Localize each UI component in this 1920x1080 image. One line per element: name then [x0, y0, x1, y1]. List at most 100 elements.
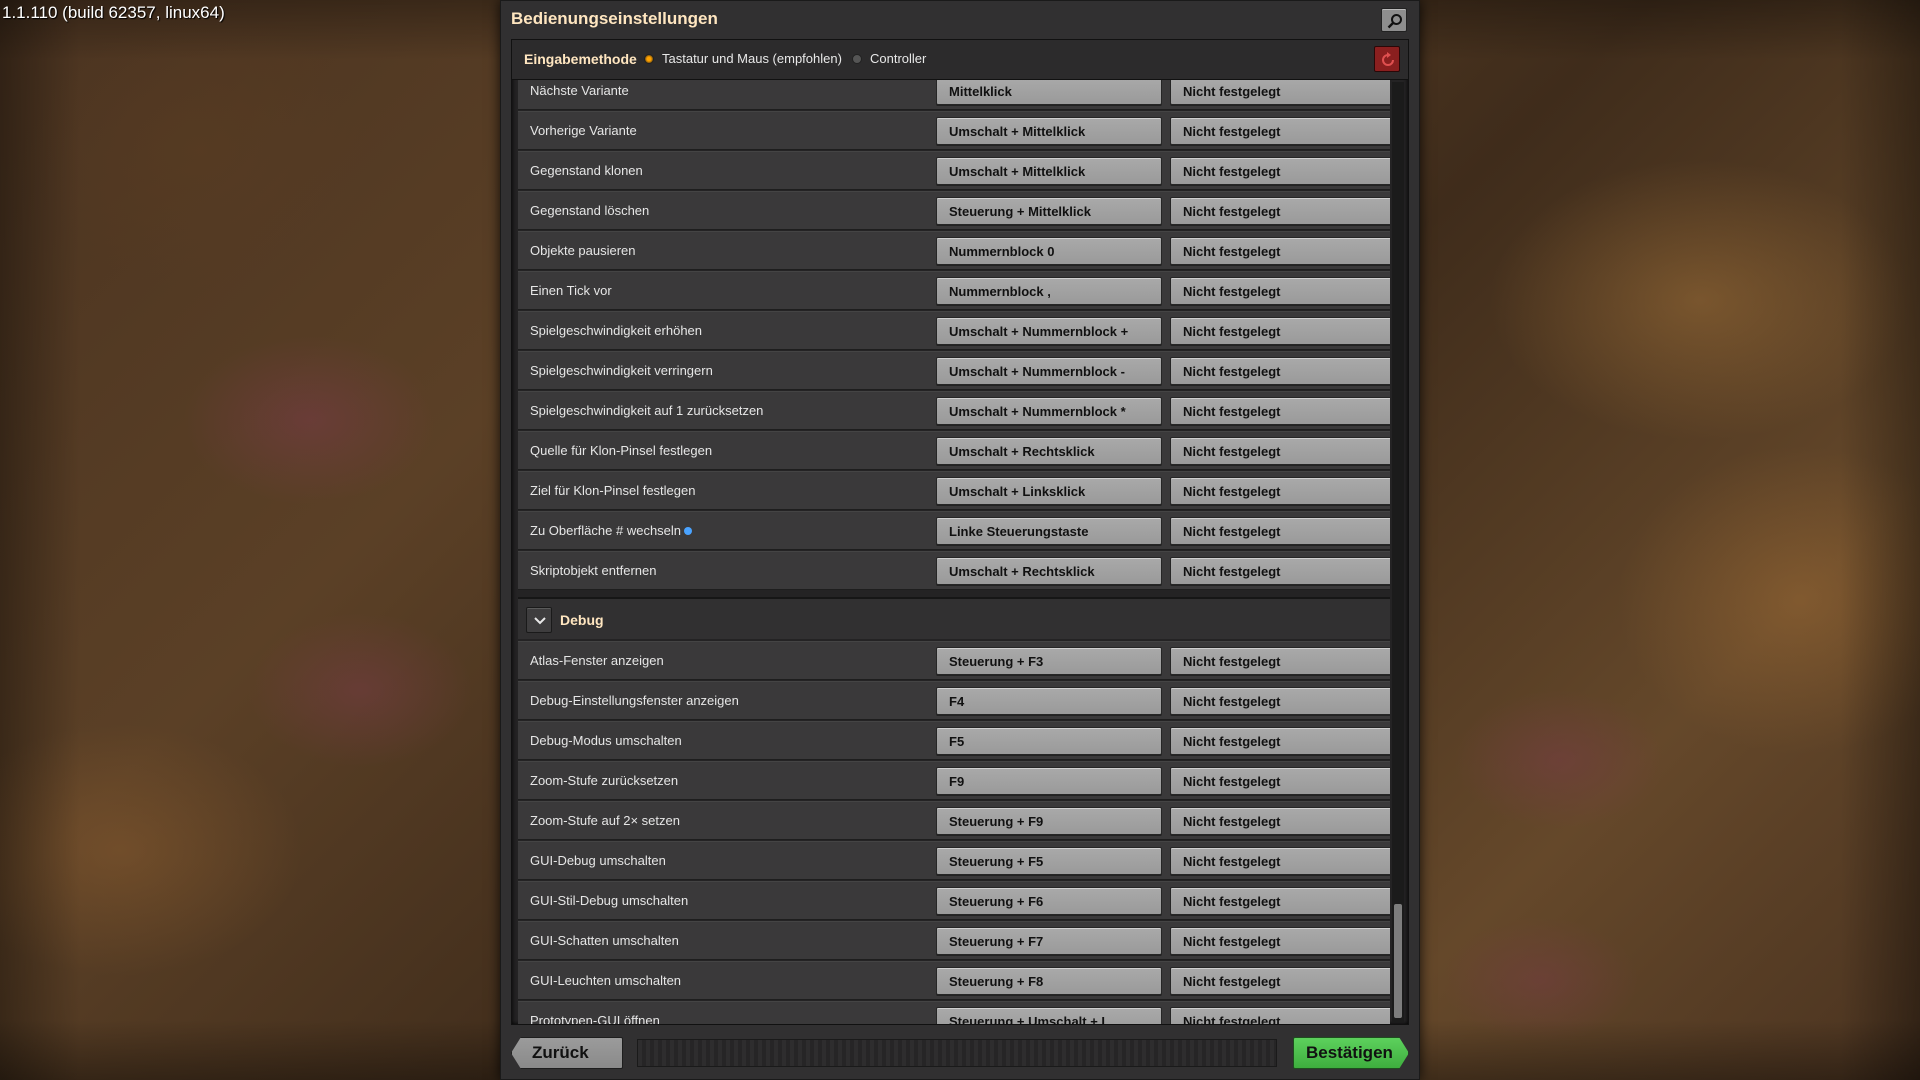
keybinding-label: Debug-Einstellungsfenster anzeigen	[530, 693, 739, 708]
keybinding-label-text: Spielgeschwindigkeit auf 1 zurücksetzen	[530, 403, 764, 418]
collapse-button[interactable]	[526, 607, 552, 633]
reset-button[interactable]	[1374, 46, 1400, 72]
radio-controller-label[interactable]: Controller	[870, 51, 926, 66]
keybinding-row: Spielgeschwindigkeit auf 1 zurücksetzen U…	[518, 391, 1390, 430]
search-button[interactable]	[1381, 8, 1407, 32]
window-title: Bedienungseinstellungen	[511, 9, 718, 28]
keybinding-label-text: Gegenstand löschen	[530, 203, 650, 218]
secondary-key-button[interactable]: Nicht festgelegt	[1170, 237, 1390, 265]
primary-key-button[interactable]: Steuerung + F7	[936, 927, 1162, 955]
primary-key-button[interactable]: Nummernblock ,	[936, 277, 1162, 305]
secondary-key-button[interactable]: Nicht festgelegt	[1170, 967, 1390, 995]
keybinding-label-text: Skriptobjekt entfernen	[530, 563, 657, 578]
keybinding-label-text: Vorherige Variante	[530, 123, 637, 138]
primary-key-button[interactable]: F4	[936, 687, 1162, 715]
confirm-button[interactable]: Bestätigen	[1293, 1037, 1409, 1069]
secondary-key-button[interactable]: Nicht festgelegt	[1170, 397, 1390, 425]
keybinding-label-text: GUI-Stil-Debug umschalten	[530, 893, 689, 908]
secondary-key-button[interactable]: Nicht festgelegt	[1170, 767, 1390, 795]
secondary-key-button[interactable]: Nicht festgelegt	[1170, 317, 1390, 345]
scrollbar[interactable]	[1392, 82, 1404, 1022]
keybinding-label: Spielgeschwindigkeit auf 1 zurücksetzen	[530, 403, 763, 418]
primary-key-button[interactable]: Steuerung + F9	[936, 807, 1162, 835]
keybinding-label: Prototypen-GUI öffnen	[530, 1013, 660, 1024]
radio-keyboard-mouse[interactable]	[644, 54, 654, 64]
keybinding-row: Quelle für Klon-Pinsel festlegen Umschalt…	[518, 431, 1390, 470]
primary-key-button[interactable]: F9	[936, 767, 1162, 795]
primary-key-button[interactable]: Steuerung + Umschalt + I	[936, 1007, 1162, 1024]
secondary-key-button[interactable]: Nicht festgelegt	[1170, 807, 1390, 835]
secondary-key-button[interactable]: Nicht festgelegt	[1170, 557, 1390, 585]
primary-key-button[interactable]: Mittelklick	[936, 80, 1162, 105]
radio-controller[interactable]	[852, 54, 862, 64]
settings-panel: Eingabemethode Tastatur und Maus (empfoh…	[511, 39, 1409, 1025]
back-button[interactable]: Zurück	[511, 1037, 623, 1069]
primary-key-button[interactable]: Umschalt + Linksklick	[936, 477, 1162, 505]
secondary-key-button[interactable]: Nicht festgelegt	[1170, 517, 1390, 545]
secondary-key-button[interactable]: Nicht festgelegt	[1170, 727, 1390, 755]
primary-key-button[interactable]: F5	[936, 727, 1162, 755]
primary-key-button[interactable]: Linke Steuerungstaste	[936, 517, 1162, 545]
footer-drag-area	[637, 1039, 1277, 1067]
keybinding-row: Prototypen-GUI öffnen Steuerung + Umschal…	[518, 1001, 1390, 1024]
primary-key-button[interactable]: Steuerung + F8	[936, 967, 1162, 995]
keybinding-row: Debug-Einstellungsfenster anzeigen F4 Nich…	[518, 681, 1390, 720]
window-titlebar: Bedienungseinstellungen	[501, 1, 1419, 39]
primary-key-button[interactable]: Umschalt + Nummernblock *	[936, 397, 1162, 425]
primary-key-button[interactable]: Umschalt + Mittelklick	[936, 117, 1162, 145]
keybinding-row: Objekte pausieren Nummernblock 0 Nicht fes…	[518, 231, 1390, 270]
secondary-key-button[interactable]: Nicht festgelegt	[1170, 887, 1390, 915]
secondary-key-button[interactable]: Nicht festgelegt	[1170, 157, 1390, 185]
secondary-key-button[interactable]: Nicht festgelegt	[1170, 357, 1390, 385]
primary-key-button[interactable]: Nummernblock 0	[936, 237, 1162, 265]
keybinding-row: Spielgeschwindigkeit verringern Umschalt …	[518, 351, 1390, 390]
primary-key-button[interactable]: Steuerung + F3	[936, 647, 1162, 675]
secondary-key-button[interactable]: Nicht festgelegt	[1170, 477, 1390, 505]
keybinding-label-text: Quelle für Klon-Pinsel festlegen	[530, 443, 713, 458]
keybinding-label: Zoom-Stufe auf 2× setzen	[530, 813, 680, 828]
secondary-key-button[interactable]: Nicht festgelegt	[1170, 80, 1390, 105]
keybinding-row: GUI-Leuchten umschalten Steuerung + F8 Nic…	[518, 961, 1390, 1000]
secondary-key-button[interactable]: Nicht festgelegt	[1170, 437, 1390, 465]
keybinding-label-text: Objekte pausieren	[530, 243, 636, 258]
keybinding-label-text: Zoom-Stufe zurücksetzen	[530, 773, 679, 788]
secondary-key-button[interactable]: Nicht festgelegt	[1170, 687, 1390, 715]
primary-key-button[interactable]: Umschalt + Mittelklick	[936, 157, 1162, 185]
keybinding-label-text: Debug-Modus umschalten	[530, 733, 682, 748]
secondary-key-button[interactable]: Nicht festgelegt	[1170, 117, 1390, 145]
keybinding-label: Nächste Variante	[530, 83, 629, 98]
keybinding-label: GUI-Debug umschalten	[530, 853, 666, 868]
keybinding-row: Vorherige Variante Umschalt + Mittelklick…	[518, 111, 1390, 150]
keybinding-label: GUI-Stil-Debug umschalten	[530, 893, 688, 908]
keybinding-label-text: Ziel für Klon-Pinsel festlegen	[530, 483, 696, 498]
scrollbar-thumb[interactable]	[1394, 904, 1402, 1018]
keybinding-label-text: Spielgeschwindigkeit erhöhen	[530, 323, 703, 338]
primary-key-button[interactable]: Umschalt + Rechtsklick	[936, 557, 1162, 585]
secondary-key-button[interactable]: Nicht festgelegt	[1170, 847, 1390, 875]
footer-bar: Zurück Bestätigen	[511, 1033, 1409, 1073]
keybinding-row: Skriptobjekt entfernen Umschalt + Rechtsk…	[518, 551, 1390, 590]
secondary-key-button[interactable]: Nicht festgelegt	[1170, 277, 1390, 305]
primary-key-button[interactable]: Steuerung + F5	[936, 847, 1162, 875]
secondary-key-button[interactable]: Nicht festgelegt	[1170, 197, 1390, 225]
input-method-label: Eingabemethode	[524, 51, 637, 67]
primary-key-button[interactable]: Steuerung + Mittelklick	[936, 197, 1162, 225]
radio-keyboard-mouse-label[interactable]: Tastatur und Maus (empfohlen)	[662, 51, 842, 66]
primary-key-button[interactable]: Umschalt + Rechtsklick	[936, 437, 1162, 465]
info-icon[interactable]	[684, 527, 693, 535]
primary-key-button[interactable]: Umschalt + Nummernblock +	[936, 317, 1162, 345]
keybinding-row: Atlas-Fenster anzeigen Steuerung + F3 Nich…	[518, 641, 1390, 680]
primary-key-button[interactable]: Umschalt + Nummernblock -	[936, 357, 1162, 385]
section-header-debug[interactable]: Debug	[518, 597, 1390, 639]
reset-icon	[1382, 52, 1394, 66]
keybinding-list: Nächste Variante Mittelklick Nicht festgel…	[518, 80, 1390, 1024]
secondary-key-button[interactable]: Nicht festgelegt	[1170, 1007, 1390, 1024]
keybinding-label: Gegenstand löschen	[530, 203, 649, 218]
keybinding-row: Einen Tick vor Nummernblock , Nicht festge…	[518, 271, 1390, 310]
secondary-key-button[interactable]: Nicht festgelegt	[1170, 647, 1390, 675]
keybinding-row: GUI-Stil-Debug umschalten Steuerung + F6 N…	[518, 881, 1390, 920]
input-method-bar: Eingabemethode Tastatur und Maus (empfoh…	[512, 40, 1408, 80]
secondary-key-button[interactable]: Nicht festgelegt	[1170, 927, 1390, 955]
primary-key-button[interactable]: Steuerung + F6	[936, 887, 1162, 915]
keybinding-label-text: Nächste Variante	[530, 83, 629, 98]
